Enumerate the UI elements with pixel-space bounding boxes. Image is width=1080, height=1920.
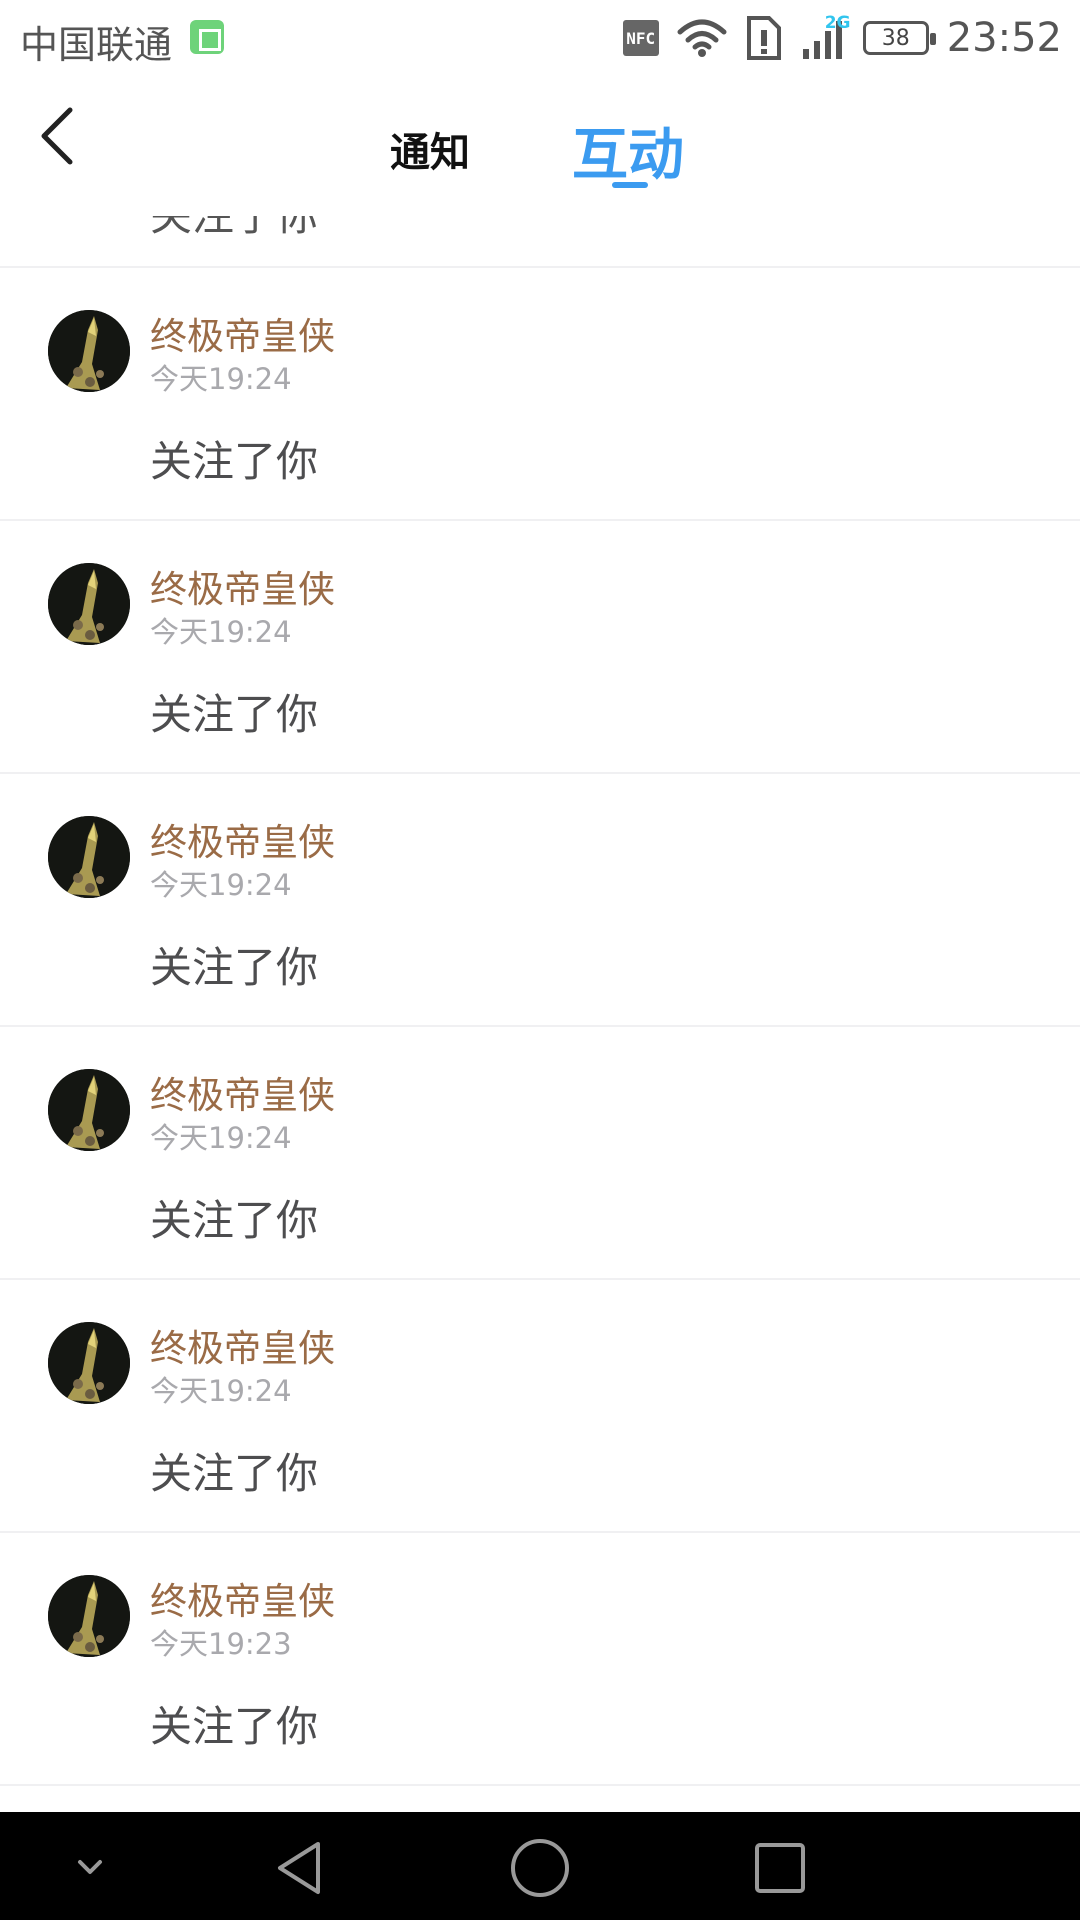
- battery-level: 38: [881, 25, 910, 51]
- network-type-label: 2G: [824, 13, 851, 33]
- action-text: 关注了你: [150, 690, 319, 739]
- battery-icon: 38: [862, 21, 936, 55]
- back-triangle-icon: [278, 1842, 320, 1894]
- action-text: 关注了你: [150, 943, 319, 992]
- list-item-partial[interactable]: 关注了你: [0, 216, 1080, 268]
- timestamp: 今天19:24: [150, 615, 292, 649]
- tab-notifications[interactable]: 通知: [390, 120, 470, 178]
- system-navigation-bar: [0, 1812, 1080, 1920]
- action-text: 关注了你: [150, 1702, 319, 1751]
- avatar[interactable]: [48, 1322, 130, 1404]
- timestamp: 今天19:24: [150, 362, 292, 396]
- carrier-name: 中国联通: [20, 23, 173, 67]
- signal-icon: 2G: [801, 13, 851, 61]
- wifi-icon: [677, 18, 727, 58]
- avatar[interactable]: [48, 816, 130, 898]
- back-arrow-icon: [41, 107, 73, 165]
- header: 通知 互动: [0, 76, 1080, 216]
- status-bar: 中国联通 NFC 2G 38 23:52: [0, 0, 1080, 76]
- sim-alert-icon: [745, 14, 783, 62]
- action-text: 关注了你: [150, 437, 319, 486]
- user-name[interactable]: 终极帝皇侠: [150, 1065, 335, 1119]
- timestamp: 今天19:24: [150, 1374, 292, 1408]
- list-item[interactable]: 终极帝皇侠 今天19:23 关注了你: [0, 1533, 1080, 1786]
- timestamp: 今天19:24: [150, 868, 292, 902]
- list-item[interactable]: 终极帝皇侠 今天19:24 关注了你: [0, 1027, 1080, 1280]
- action-text: 关注了你: [150, 1196, 319, 1245]
- nfc-icon: NFC: [622, 20, 659, 56]
- nav-recents-button[interactable]: [748, 1836, 812, 1900]
- avatar[interactable]: [48, 1069, 130, 1151]
- home-circle-icon: [511, 1839, 569, 1897]
- user-name[interactable]: 终极帝皇侠: [150, 306, 335, 360]
- avatar[interactable]: [48, 310, 130, 392]
- chevron-down-icon: [78, 1860, 102, 1874]
- timestamp: 今天19:24: [150, 1121, 292, 1155]
- user-name[interactable]: 终极帝皇侠: [150, 1318, 335, 1372]
- user-name[interactable]: 终极帝皇侠: [150, 1571, 335, 1625]
- hide-nav-button[interactable]: [58, 1836, 122, 1900]
- avatar[interactable]: [48, 563, 130, 645]
- action-text: 关注了你: [150, 216, 318, 243]
- recents-square-icon: [755, 1843, 805, 1893]
- tab-interactions[interactable]: 互动: [572, 110, 684, 191]
- timestamp: 今天19:23: [150, 1627, 292, 1661]
- clock: 23:52: [946, 15, 1062, 61]
- user-name[interactable]: 终极帝皇侠: [150, 812, 335, 866]
- user-name[interactable]: 终极帝皇侠: [150, 559, 335, 613]
- list-item[interactable]: 终极帝皇侠 今天19:24 关注了你: [0, 1280, 1080, 1533]
- status-icons: NFC 2G 38 23:52: [622, 8, 1062, 68]
- list-item[interactable]: 终极帝皇侠 今天19:24 关注了你: [0, 774, 1080, 1027]
- active-tab-indicator: [612, 182, 648, 188]
- sim-app-icon: [190, 20, 224, 54]
- list-item[interactable]: 终极帝皇侠 今天19:24 关注了你: [0, 268, 1080, 521]
- back-button[interactable]: [30, 104, 94, 168]
- list-item[interactable]: 终极帝皇侠 今天19:24 关注了你: [0, 521, 1080, 774]
- action-text: 关注了你: [150, 1449, 319, 1498]
- nav-back-button[interactable]: [268, 1836, 332, 1900]
- interaction-list: 终极帝皇侠 今天19:24 关注了你 终极帝皇侠 今天19:24 关注了你 终极…: [0, 268, 1080, 1786]
- nav-home-button[interactable]: [508, 1836, 572, 1900]
- avatar[interactable]: [48, 1575, 130, 1657]
